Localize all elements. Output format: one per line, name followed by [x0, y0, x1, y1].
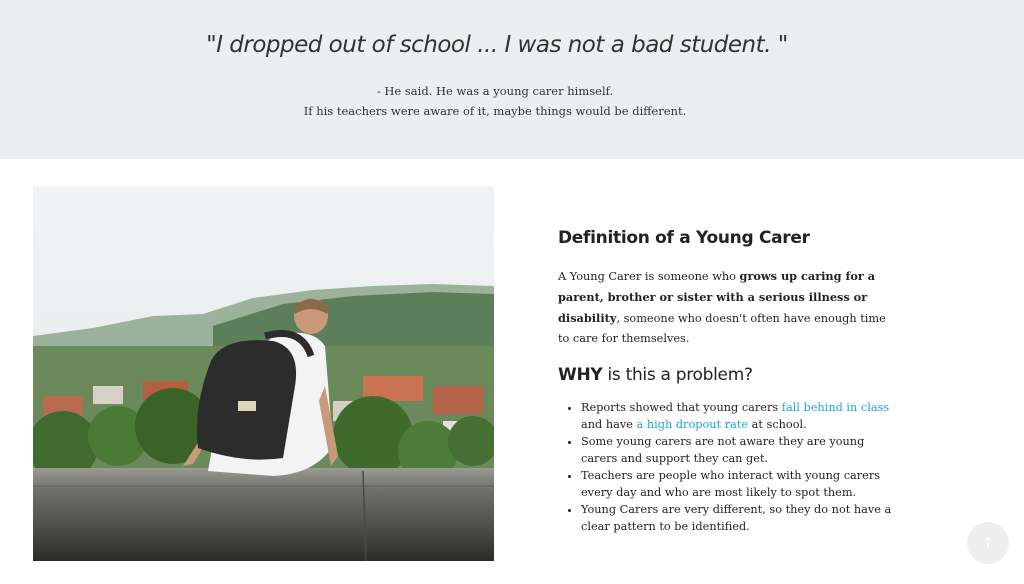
- definition-paragraph: A Young Carer is someone who grows up ca…: [558, 266, 898, 349]
- list-item-text: Reports showed that young carers: [581, 401, 782, 414]
- list-item-text: at school.: [748, 418, 807, 431]
- list-item: Teachers are people who interact with yo…: [581, 467, 898, 501]
- dropout-rate-link[interactable]: a high dropout rate: [637, 418, 749, 431]
- fall-behind-link[interactable]: fall behind in class: [782, 401, 889, 414]
- why-heading: WHY is this a problem?: [558, 365, 898, 385]
- list-item-text: and have: [581, 418, 637, 431]
- back-to-top-button[interactable]: ↑: [967, 522, 1009, 564]
- definition-text-start: A Young Carer is someone who: [558, 270, 740, 283]
- young-carer-photo: [33, 186, 494, 561]
- quote-banner: "I dropped out of school ... I was not a…: [0, 0, 1024, 159]
- arrow-up-icon: ↑: [981, 534, 995, 552]
- definition-heading: Definition of a Young Carer: [558, 228, 810, 248]
- definition-section: Definition of a Young Carer A Young Care…: [558, 228, 898, 535]
- list-item: Reports showed that young carers fall be…: [581, 399, 898, 433]
- why-heading-rest: is this a problem?: [602, 365, 753, 385]
- quote-attribution: - He said. He was a young carer himself.: [376, 84, 614, 98]
- quote-text: "I dropped out of school ... I was not a…: [206, 32, 788, 58]
- why-heading-bold: WHY: [558, 365, 603, 385]
- why-list: Reports showed that young carers fall be…: [558, 399, 898, 535]
- list-item: Young Carers are very different, so they…: [581, 501, 898, 535]
- list-item: Some young carers are not aware they are…: [581, 433, 898, 467]
- quote-context: If his teachers were aware of it, maybe …: [303, 104, 687, 118]
